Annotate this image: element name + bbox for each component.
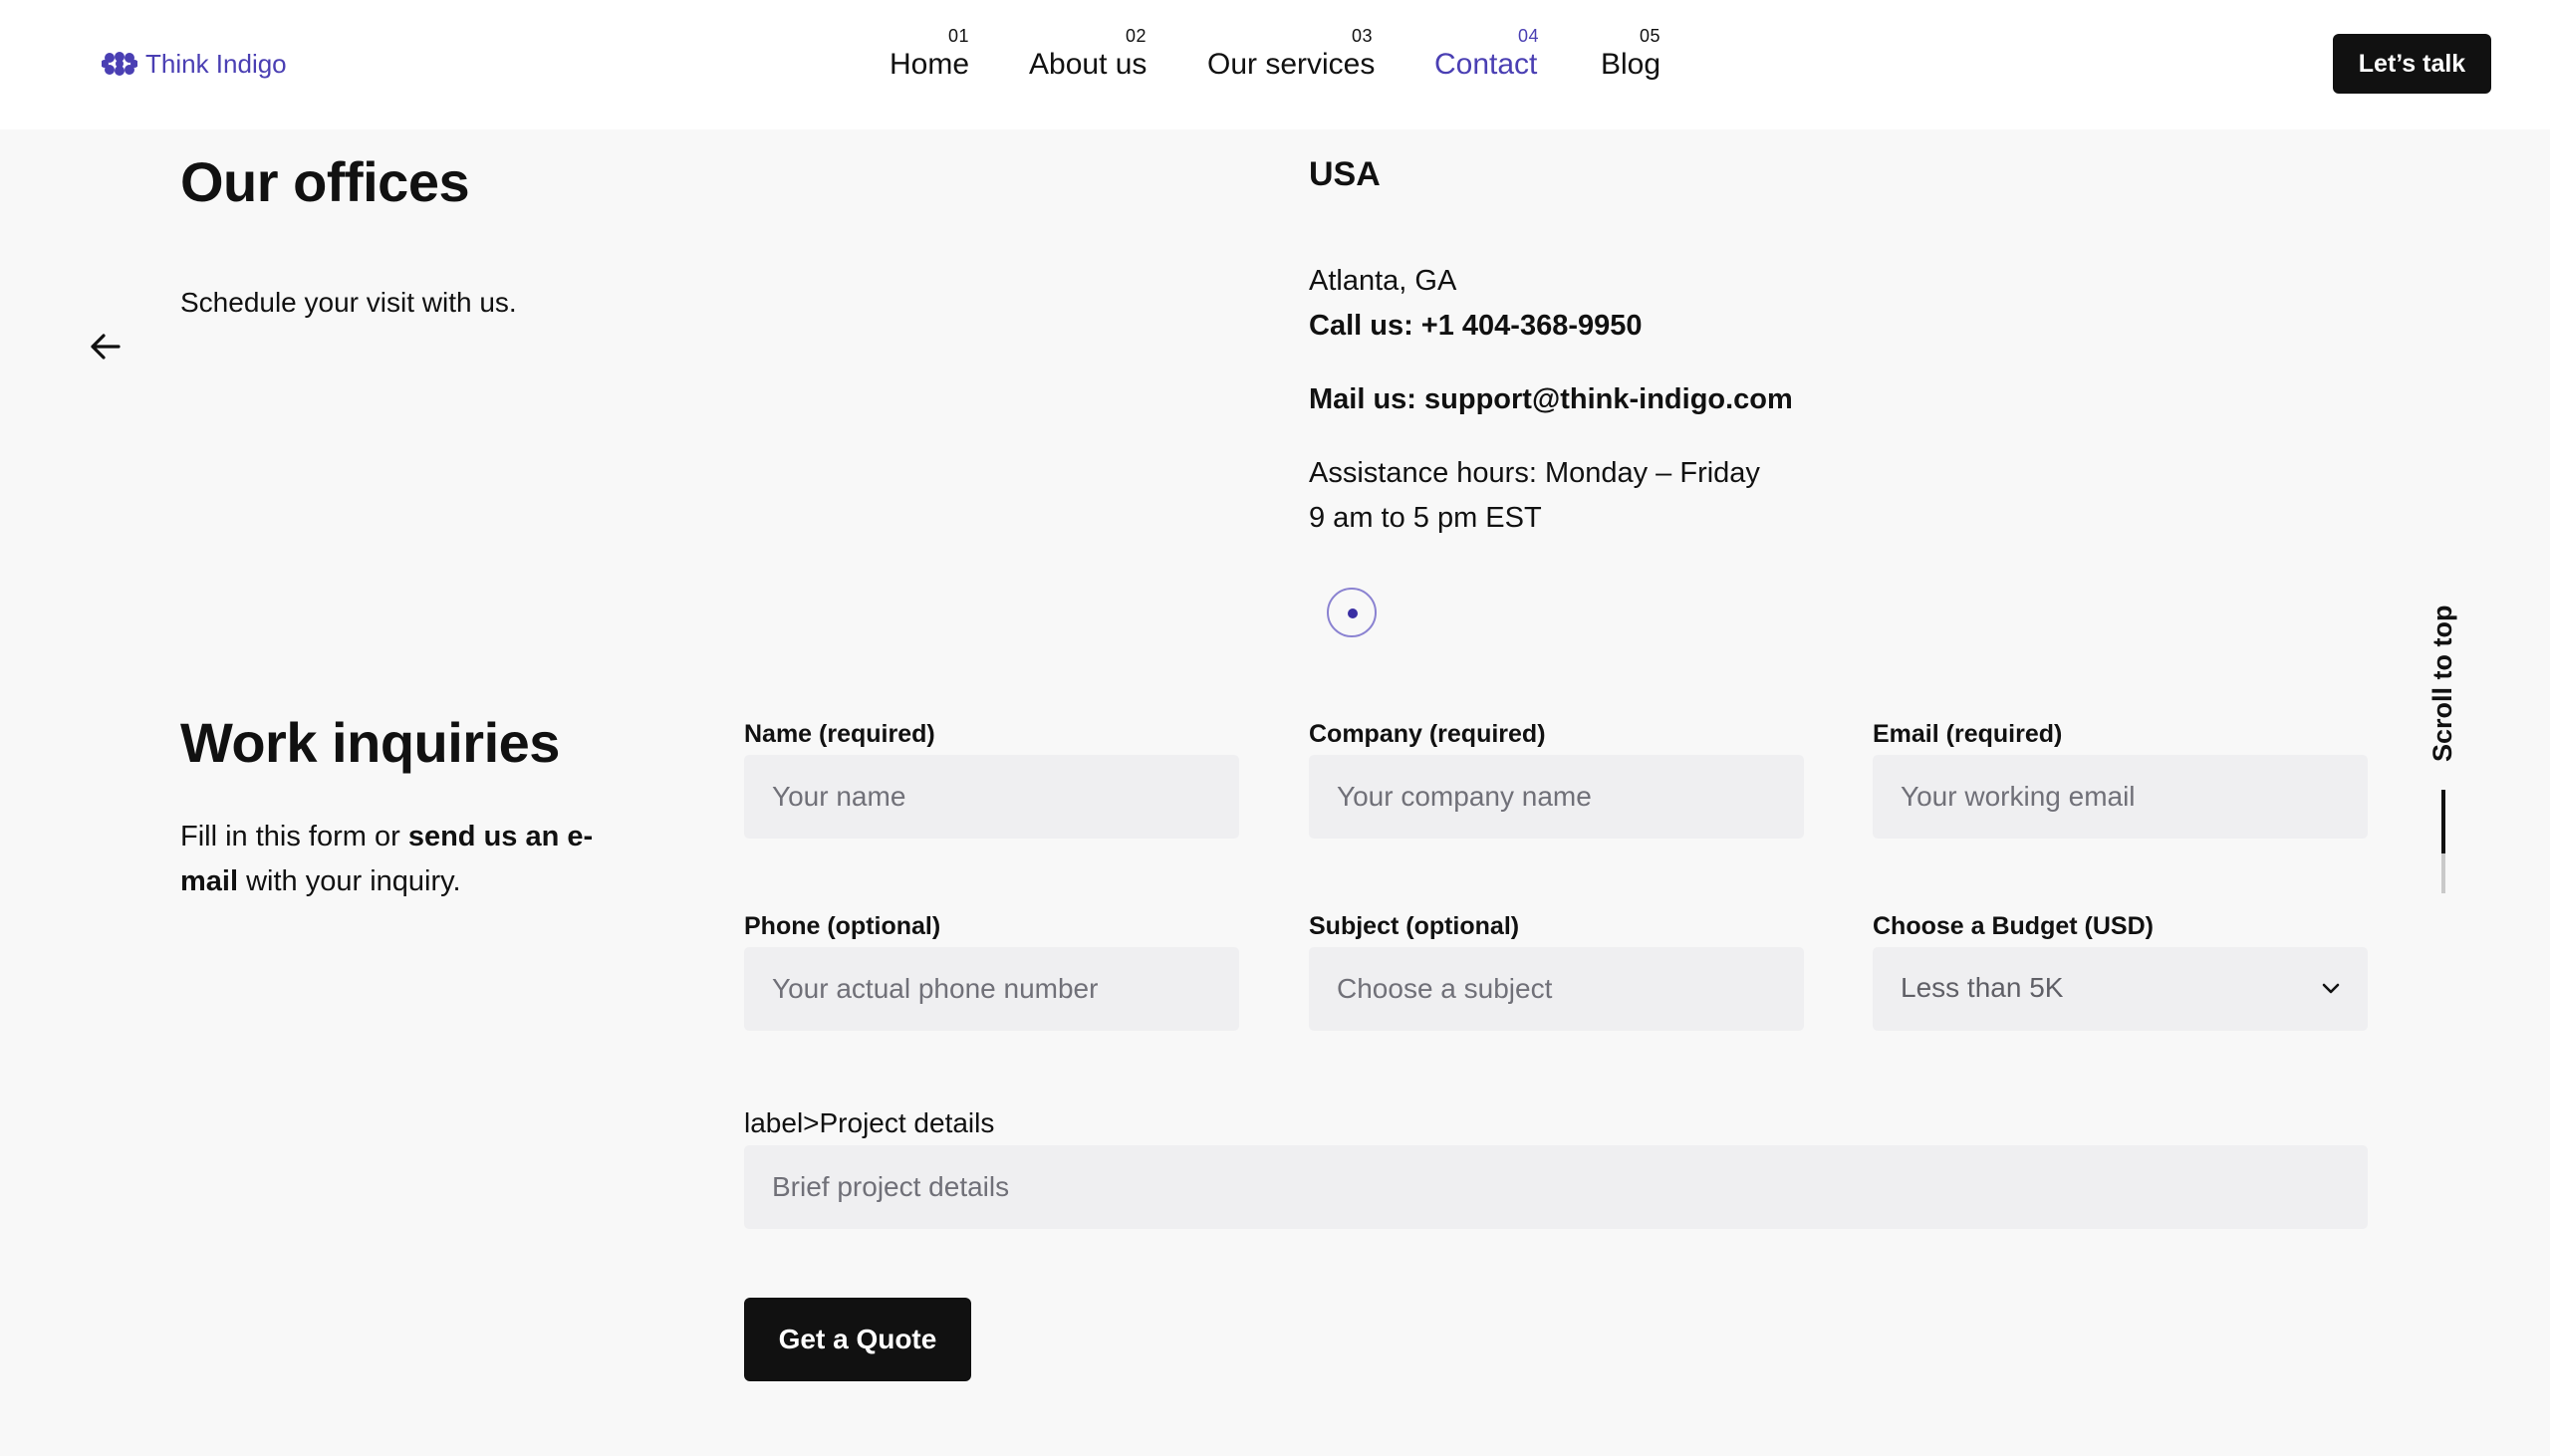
office-country: USA xyxy=(1309,155,1381,193)
scroll-to-top-label: Scroll to top xyxy=(2427,605,2457,763)
nav-label: Our services xyxy=(1207,48,1376,81)
nav-item-home[interactable]: 01 Home xyxy=(890,26,969,86)
nav-label: About us xyxy=(1029,48,1148,81)
work-inquiries-title: Work inquiries xyxy=(180,711,560,774)
phone-label: Phone (optional) xyxy=(744,912,941,940)
scroll-progress-indicator xyxy=(2441,790,2445,853)
subtitle-text: Fill in this form or xyxy=(180,821,408,852)
nav-item-blog[interactable]: 05 Blog xyxy=(1601,26,1660,86)
site-header: Think Indigo 01 Home 02 About us 03 Our … xyxy=(0,0,2550,129)
offices-title: Our offices xyxy=(180,150,470,213)
nav-label: Home xyxy=(890,48,970,81)
nav-item-contact[interactable]: 04 Contact xyxy=(1434,26,1539,86)
office-city: Atlanta, GA xyxy=(1309,265,1457,297)
company-label: Company (required) xyxy=(1309,720,1546,748)
budget-select[interactable]: Less than 5K xyxy=(1873,947,2368,1031)
nav-number: 02 xyxy=(1125,26,1147,46)
scroll-to-top[interactable]: Scroll to top xyxy=(2413,598,2472,896)
name-label: Name (required) xyxy=(744,720,935,748)
brand-logo[interactable]: Think Indigo xyxy=(102,48,287,80)
email-input[interactable] xyxy=(1873,755,2368,839)
brand-name: Think Indigo xyxy=(145,48,287,79)
nav-label: Contact xyxy=(1434,48,1538,81)
offices-subtitle: Schedule your visit with us. xyxy=(180,287,517,318)
flower-logo-icon xyxy=(102,52,137,76)
subject-label: Subject (optional) xyxy=(1309,912,1520,940)
get-a-quote-button[interactable]: Get a Quote xyxy=(744,1298,971,1381)
office-email[interactable]: Mail us: support@think-indigo.com xyxy=(1309,383,1793,416)
nav-number: 04 xyxy=(1517,26,1539,46)
nav-item-about-us[interactable]: 02 About us xyxy=(1029,26,1147,86)
budget-selected-value: Less than 5K xyxy=(1901,972,2064,1003)
office-phone[interactable]: Call us: +1 404-368-9950 xyxy=(1309,310,1643,343)
lets-talk-button[interactable]: Let’s talk xyxy=(2333,34,2491,94)
office-hours-days: Assistance hours: Monday – Friday xyxy=(1309,457,1760,489)
nav-number: 05 xyxy=(1639,26,1660,46)
office-hours-time: 9 am to 5 pm EST xyxy=(1309,502,1542,534)
subtitle-text: with your inquiry. xyxy=(238,865,461,897)
project-details-input[interactable] xyxy=(744,1145,2368,1229)
arrow-left-icon[interactable] xyxy=(88,329,124,364)
email-label: Email (required) xyxy=(1873,720,2063,748)
nav-label: Blog xyxy=(1601,48,1661,81)
scroll-progress-track xyxy=(2441,853,2445,893)
nav-item-our-services[interactable]: 03 Our services xyxy=(1207,26,1376,86)
work-inquiries-subtitle: Fill in this form or send us an e-mail w… xyxy=(180,815,619,904)
nav-number: 03 xyxy=(1351,26,1373,46)
name-input[interactable] xyxy=(744,755,1239,839)
slider-dot-button[interactable] xyxy=(1327,588,1377,637)
project-details-label: label>Project details xyxy=(744,1107,995,1138)
chevron-down-icon xyxy=(2322,983,2340,994)
budget-label: Choose a Budget (USD) xyxy=(1873,912,2154,940)
nav-number: 01 xyxy=(947,26,969,46)
subject-input[interactable] xyxy=(1309,947,1804,1031)
phone-input[interactable] xyxy=(744,947,1239,1031)
company-input[interactable] xyxy=(1309,755,1804,839)
